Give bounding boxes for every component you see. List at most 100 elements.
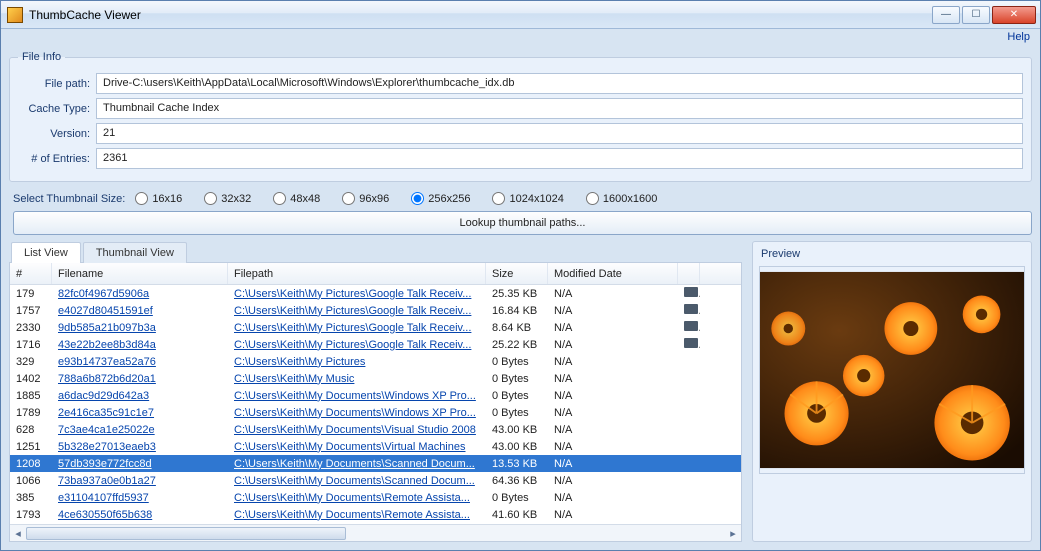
thumbnail-size-1600x1600[interactable]: 1600x1600 bbox=[586, 192, 657, 205]
col-size[interactable]: Size bbox=[486, 263, 548, 284]
titlebar[interactable]: ThumbCache Viewer — ☐ ✕ bbox=[1, 1, 1040, 29]
cell-filepath: C:\Users\Keith\My Pictures\Google Talk R… bbox=[228, 339, 486, 351]
thumbnail-size-256x256[interactable]: 256x256 bbox=[411, 192, 470, 205]
cell-filepath-link[interactable]: C:\Users\Keith\My Pictures bbox=[234, 356, 365, 368]
radio-1024x1024[interactable] bbox=[492, 192, 505, 205]
table-row[interactable]: 1793 4ce630550f65b638 C:\Users\Keith\My Do… bbox=[10, 506, 741, 523]
table-row[interactable]: 385e31104107ffd5937C:\Users\Keith\My Doc… bbox=[10, 489, 741, 506]
cell-size: 43.00 KB bbox=[486, 441, 548, 453]
cell-filename-link[interactable]: 9db585a21b097b3a bbox=[58, 322, 156, 334]
table-row[interactable]: 329e93b14737ea52a76C:\Users\Keith\My Pic… bbox=[10, 353, 741, 370]
radio-label: 1024x1024 bbox=[509, 193, 563, 205]
cell-filepath-link[interactable]: C:\Users\Keith\My Documents\Scanned Docu… bbox=[234, 458, 475, 470]
table-row[interactable]: 1402788a6b872b6d20a1C:\Users\Keith\My Mu… bbox=[10, 370, 741, 387]
thumbnail-size-32x32[interactable]: 32x32 bbox=[204, 192, 251, 205]
entries-value[interactable]: 2361 bbox=[96, 148, 1023, 169]
cell-filepath-link[interactable]: C:\Users\Keith\My Documents\Remote Assis… bbox=[234, 492, 470, 504]
table-row[interactable]: 1716 43e22b2ee8b3d84a C:\Users\Keith\My Pi… bbox=[10, 336, 741, 353]
tab-list-view[interactable]: List View bbox=[11, 242, 81, 263]
tab-thumbnail-view[interactable]: Thumbnail View bbox=[83, 242, 187, 263]
cell-filepath-link[interactable]: C:\Users\Keith\My Documents\Windows XP P… bbox=[234, 407, 476, 419]
radio-256x256[interactable] bbox=[411, 192, 424, 205]
scroll-left-arrow[interactable]: ◂ bbox=[10, 525, 26, 542]
left-pane: List View Thumbnail View # Filename File… bbox=[9, 241, 742, 542]
table-body: 17982fc0f4967d5906aC:\Users\Keith\My Pic… bbox=[10, 285, 741, 524]
thumbnail-size-1024x1024[interactable]: 1024x1024 bbox=[492, 192, 563, 205]
cell-filename-link[interactable]: 4ce630550f65b638 bbox=[58, 509, 152, 521]
cell-filename-link[interactable]: 2e416ca35c91c1e7 bbox=[58, 407, 154, 419]
col-filepath[interactable]: Filepath bbox=[228, 263, 486, 284]
cell-filename-link[interactable]: 57db393e772fcc8d bbox=[58, 458, 152, 470]
cell-filepath-link[interactable]: C:\Users\Keith\My Documents\Virtual Mach… bbox=[234, 441, 466, 453]
radio-16x16[interactable] bbox=[135, 192, 148, 205]
cell-filepath-link[interactable]: C:\Users\Keith\My Documents\Remote Assis… bbox=[234, 509, 470, 521]
cell-filepath-link[interactable]: C:\Users\Keith\My Documents\Visual Studi… bbox=[234, 424, 476, 436]
table-header: # Filename Filepath Size Modified Date bbox=[10, 263, 741, 285]
cell-icon bbox=[678, 304, 700, 317]
cell-filename-link[interactable]: e93b14737ea52a76 bbox=[58, 356, 156, 368]
table-row[interactable]: 6287c3ae4ca1e25022eC:\Users\Keith\My Doc… bbox=[10, 421, 741, 438]
table-row[interactable]: 106673ba937a0e0b1a27C:\Users\Keith\My Do… bbox=[10, 472, 741, 489]
table-row[interactable]: 17982fc0f4967d5906aC:\Users\Keith\My Pic… bbox=[10, 285, 741, 302]
col-number[interactable]: # bbox=[10, 263, 52, 284]
cell-filepath-link[interactable]: C:\Users\Keith\My Music bbox=[234, 373, 354, 385]
cell-filepath-link[interactable]: C:\Users\Keith\My Pictures\Google Talk R… bbox=[234, 322, 471, 334]
thumbnail-size-16x16[interactable]: 16x16 bbox=[135, 192, 182, 205]
preview-pane: Preview bbox=[752, 241, 1032, 542]
cell-number: 1716 bbox=[10, 339, 52, 351]
menu-help[interactable]: Help bbox=[1007, 31, 1030, 43]
radio-96x96[interactable] bbox=[342, 192, 355, 205]
cell-filename-link[interactable]: 5b328e27013eaeb3 bbox=[58, 441, 156, 453]
cell-filepath: C:\Users\Keith\My Pictures\Google Talk R… bbox=[228, 322, 486, 334]
radio-1600x1600[interactable] bbox=[586, 192, 599, 205]
cell-filepath-link[interactable]: C:\Users\Keith\My Pictures\Google Talk R… bbox=[234, 288, 471, 300]
cell-date: N/A bbox=[548, 305, 678, 317]
horizontal-scrollbar[interactable]: ◂ ▸ bbox=[10, 524, 741, 541]
cell-filename-link[interactable]: 7c3ae4ca1e25022e bbox=[58, 424, 155, 436]
cell-filename-link[interactable]: 82fc0f4967d5906a bbox=[58, 288, 149, 300]
col-icon[interactable] bbox=[678, 263, 700, 284]
table-row[interactable]: 1885a6dac9d29d642a3C:\Users\Keith\My Doc… bbox=[10, 387, 741, 404]
thumbnail-size-label: Select Thumbnail Size: bbox=[13, 193, 125, 205]
table-row[interactable]: 17892e416ca35c91c1e7C:\Users\Keith\My Do… bbox=[10, 404, 741, 421]
lookup-thumbnail-paths-button[interactable]: Lookup thumbnail paths... bbox=[13, 211, 1032, 235]
table-row[interactable]: 12515b328e27013eaeb3C:\Users\Keith\My Do… bbox=[10, 438, 741, 455]
cell-filepath: C:\Users\Keith\My Pictures\Google Talk R… bbox=[228, 288, 486, 300]
version-value[interactable]: 21 bbox=[96, 123, 1023, 144]
cell-filename-link[interactable]: a6dac9d29d642a3 bbox=[58, 390, 149, 402]
cell-filename-link[interactable]: e4027d80451591ef bbox=[58, 305, 153, 317]
cell-filename-link[interactable]: 73ba937a0e0b1a27 bbox=[58, 475, 156, 487]
scroll-thumb[interactable] bbox=[26, 527, 346, 540]
cell-filepath-link[interactable]: C:\Users\Keith\My Pictures\Google Talk R… bbox=[234, 339, 471, 351]
minimize-button[interactable]: — bbox=[932, 6, 960, 24]
cachetype-value[interactable]: Thumbnail Cache Index bbox=[96, 98, 1023, 119]
col-filename[interactable]: Filename bbox=[52, 263, 228, 284]
table-row[interactable]: 120857db393e772fcc8dC:\Users\Keith\My Do… bbox=[10, 455, 741, 472]
cell-filepath-link[interactable]: C:\Users\Keith\My Documents\Windows XP P… bbox=[234, 390, 476, 402]
cell-filepath-link[interactable]: C:\Users\Keith\My Pictures\Google Talk R… bbox=[234, 305, 471, 317]
radio-32x32[interactable] bbox=[204, 192, 217, 205]
cell-filename-link[interactable]: e31104107ffd5937 bbox=[58, 492, 149, 504]
col-modified-date[interactable]: Modified Date bbox=[548, 263, 678, 284]
cell-number: 1793 bbox=[10, 509, 52, 521]
filepath-value[interactable]: Drive-C:\users\Keith\AppData\Local\Micro… bbox=[96, 73, 1023, 94]
radio-48x48[interactable] bbox=[273, 192, 286, 205]
table-row[interactable]: 23309db585a21b097b3aC:\Users\Keith\My Pi… bbox=[10, 319, 741, 336]
close-button[interactable]: ✕ bbox=[992, 6, 1036, 24]
cell-date: N/A bbox=[548, 407, 678, 419]
thumbnail-size-96x96[interactable]: 96x96 bbox=[342, 192, 389, 205]
view-tabs: List View Thumbnail View bbox=[9, 242, 742, 263]
maximize-button[interactable]: ☐ bbox=[962, 6, 990, 24]
cell-filepath-link[interactable]: C:\Users\Keith\My Documents\Scanned Docu… bbox=[234, 475, 475, 487]
cell-filename-link[interactable]: 788a6b872b6d20a1 bbox=[58, 373, 156, 385]
scroll-right-arrow[interactable]: ▸ bbox=[725, 525, 741, 542]
cell-date: N/A bbox=[548, 288, 678, 300]
thumbnail-size-options: 16x16 32x32 48x48 96x96 256x256 1024x1024 1600… bbox=[135, 192, 679, 205]
cell-filename-link[interactable]: 43e22b2ee8b3d84a bbox=[58, 339, 156, 351]
table-row[interactable]: 1757e4027d80451591efC:\Users\Keith\My Pi… bbox=[10, 302, 741, 319]
cell-filename: 7c3ae4ca1e25022e bbox=[52, 424, 228, 436]
cell-filename: 57db393e772fcc8d bbox=[52, 458, 228, 470]
thumbnail-size-48x48[interactable]: 48x48 bbox=[273, 192, 320, 205]
radio-label: 16x16 bbox=[152, 193, 182, 205]
cell-filename: 73ba937a0e0b1a27 bbox=[52, 475, 228, 487]
